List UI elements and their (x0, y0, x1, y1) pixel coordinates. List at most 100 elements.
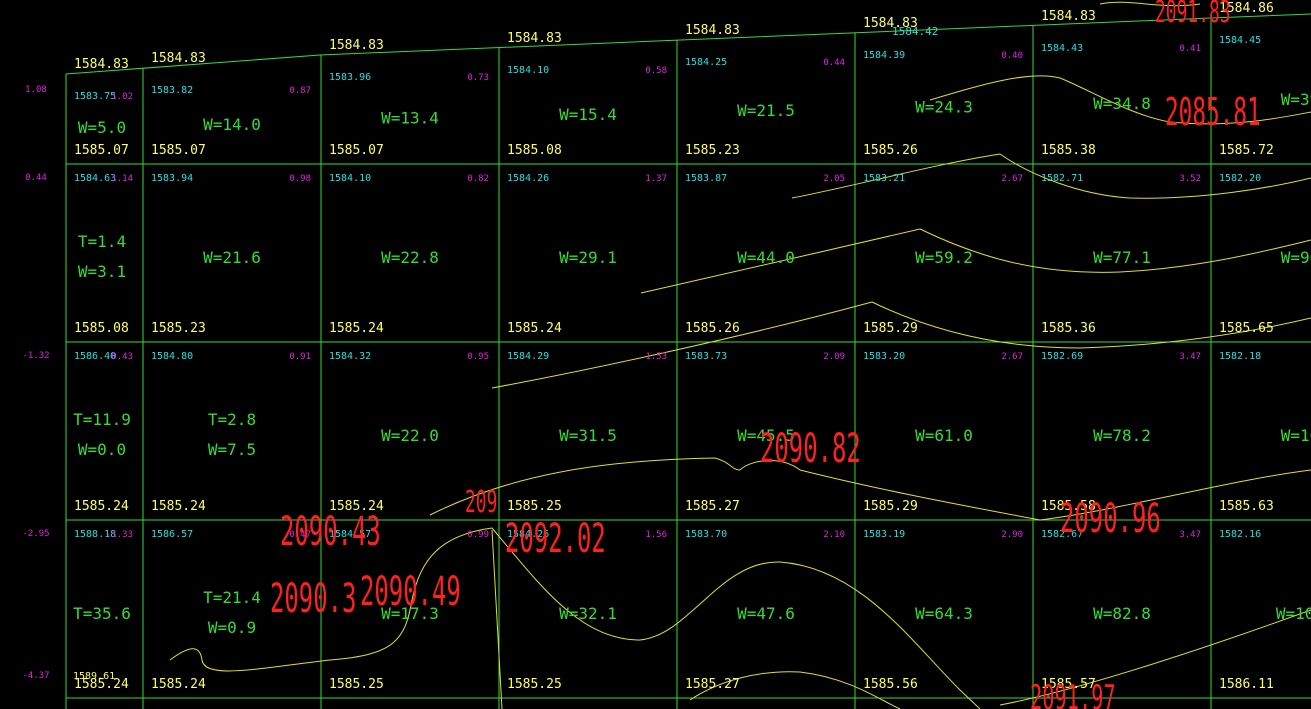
cell-top-left-value: 1582.20 (1219, 173, 1261, 184)
cell-top-left-value: 1583.94 (151, 173, 193, 184)
cell-top-right-value: 0.95 (467, 352, 489, 362)
grid-cell: 1584.10 0.58 W=15.4 1585.08 (507, 65, 667, 158)
grid-cell: 1586.400.43 T=11.9 W=0.0 1585.24 (73, 351, 133, 514)
cell-top-left-value: 1584.25 (685, 57, 727, 68)
grid-cell: 1583.751.02 W=5.0 1585.07 (74, 91, 133, 158)
cell-t-value: T=11.9 (73, 410, 131, 429)
cell-w-value: W=34.8 (1093, 94, 1151, 113)
top-elevation-label: 1584.83 (329, 38, 384, 53)
cell-bottom-elevation: 1585.27 (685, 499, 740, 514)
cell-w-value: W=31.5 (559, 426, 617, 445)
cell-bottom-elevation: 1585.24 (74, 499, 129, 514)
grid-cell: 1588.18-1.33T=35.61585.24 (73, 529, 133, 692)
cell-bottom-elevation: 1585.08 (507, 143, 562, 158)
cell-top-left-value: 1583.19 (863, 529, 905, 540)
cell-w-value: W=82.8 (1093, 604, 1151, 623)
cell-w-value: W=29.1 (559, 248, 617, 267)
cell-top-left-value: 1584.45 (1219, 35, 1261, 46)
cell-bottom-elevation: 1585.25 (507, 677, 562, 692)
cell-bottom-elevation: 1585.26 (685, 321, 740, 336)
cell-w-value: W=10( (1276, 604, 1311, 623)
cell-w-value: W=77.1 (1093, 248, 1151, 267)
cell-bottom-elevation: 1585.24 (151, 677, 206, 692)
cell-top-right-value: 0.87 (289, 86, 311, 96)
cell-top-left-value: 1584.39 (863, 50, 905, 61)
cell-w-value: W=15.4 (559, 105, 617, 124)
cell-top-left-value: 1584.29 (507, 351, 549, 362)
grid-cell: 1583.87 2.05 W=44.0 1585.26 (685, 173, 845, 336)
cell-bottom-elevation: 1585.63 (1219, 499, 1274, 514)
cell-bottom-elevation: 1585.24 (151, 499, 206, 514)
cell-top-right-value: 2.09 (823, 352, 845, 362)
red-annotation-label: 2090.96 (1060, 496, 1161, 542)
cell-top-left-value: 1582.71 (1041, 173, 1083, 184)
grid-cell: 1582.20 W=96 1585.65 (1219, 173, 1311, 336)
grid-cell: 1584.631.14 T=1.4 W=3.1 1585.08 (74, 173, 133, 336)
top-elevation-label: 1584.83 (151, 51, 206, 66)
cell-bottom-elevation: 1585.72 (1219, 143, 1274, 158)
margin-value-label: 1.08 (25, 85, 47, 95)
grid-cell: 1584.80 0.91 T=2.8 W=7.5 1585.24 (151, 351, 311, 514)
cell-w-value: W=0.9 (208, 618, 256, 637)
cell-w-value: W=7.5 (208, 440, 256, 459)
cell-w-value: W=3.1 (78, 262, 126, 281)
cell-w-value: W=59.2 (915, 248, 973, 267)
cell-bottom-elevation: 1585.23 (685, 143, 740, 158)
grid-cell: 1583.70 2.10 W=47.6 1585.27 (685, 529, 845, 692)
cell-top-left-value: 1582.16 (1219, 529, 1261, 540)
cell-top-right-value: 0.98 (289, 174, 311, 184)
cell-bottom-elevation: 1585.38 (1041, 143, 1096, 158)
cell-top-left-value: 1583.73 (685, 351, 727, 362)
cell-bottom-elevation: 1585.07 (151, 143, 206, 158)
contour-line (491, 301, 1311, 389)
margin-value-label: -1.32 (22, 351, 49, 361)
grid-cell: 1584.29 1.53 W=31.5 1585.25 (507, 351, 667, 514)
cell-top-right-value: 3.52 (1179, 174, 1201, 184)
top-elevation-label: 1584.83 (685, 23, 740, 38)
cell-t-value: T=35.6 (73, 604, 131, 623)
cell-w-value: W=14.0 (203, 115, 261, 134)
cell-bottom-elevation: 1586.11 (1219, 677, 1274, 692)
cell-bottom-elevation: 1585.65 (1219, 321, 1274, 336)
grid-cell: 1583.19 2.90 W=64.3 1585.56 (863, 529, 1023, 692)
cell-top-right-value: 0.73 (467, 73, 489, 83)
margin-value-label: -2.95 (22, 529, 49, 539)
cell-top-right-value: -1.33 (106, 530, 133, 540)
cell-top-left-value: 1583.87 (685, 173, 727, 184)
cell-top-right-value: 0.58 (645, 66, 667, 76)
cell-top-right-value: 0.40 (1001, 51, 1023, 61)
cell-top-left-value: 1583.96 (329, 72, 371, 83)
overlap-label: 1584.42 (892, 25, 938, 38)
cell-top-right-value: 0.82 (467, 174, 489, 184)
grid-cell: 1582.67 3.47W=82.81585.57 (1041, 529, 1201, 692)
cell-top-right-value: 1.14 (111, 174, 133, 184)
cell-top-left-value: 1586.57 (151, 529, 193, 540)
cell-bottom-elevation: 1585.23 (151, 321, 206, 336)
cad-drawing-canvas[interactable]: 1584.83 1584.83 1584.83 1584.83 1584.83 1584.… (0, 0, 1311, 709)
red-annotation-label: 2091.83 (1155, 0, 1231, 30)
grid-cell: 1583.21 2.67 W=59.2 1585.29 (863, 173, 1023, 336)
cell-top-left-value: 1586.40 (74, 351, 116, 362)
grid-cell: 1583.94 0.98 W=21.6 1585.23 (151, 173, 311, 336)
contour-line (491, 529, 503, 709)
red-annotation-label: 2090.82 (760, 426, 861, 472)
red-annotation-label: 209 (465, 485, 497, 520)
cell-top-right-value: 0.91 (289, 352, 311, 362)
cell-bottom-elevation: 1585.26 (863, 143, 918, 158)
cell-top-right-value: 2.05 (823, 174, 845, 184)
cell-bottom-elevation: 1585.24 (507, 321, 562, 336)
cell-top-left-value: 1583.20 (863, 351, 905, 362)
cell-bottom-elevation: 1585.29 (863, 499, 918, 514)
cell-w-value: W=32.1 (559, 604, 617, 623)
cell-top-right-value: 3.47 (1179, 352, 1201, 362)
margin-value-label: -4.37 (22, 671, 49, 681)
grid-cell: 1583.96 0.73 W=13.4 1585.07 (329, 72, 489, 158)
cell-top-right-value: 2.90 (1001, 530, 1023, 540)
cell-w-value: W=44.0 (737, 248, 795, 267)
cell-top-left-value: 1584.43 (1041, 43, 1083, 54)
cell-top-right-value: 0.43 (111, 352, 133, 362)
cell-bottom-elevation: 1585.08 (74, 321, 129, 336)
cell-top-left-value: 1584.80 (151, 351, 193, 362)
overlap-label: 1589.61 (73, 671, 115, 682)
cell-w-value: W=22.0 (381, 426, 439, 445)
